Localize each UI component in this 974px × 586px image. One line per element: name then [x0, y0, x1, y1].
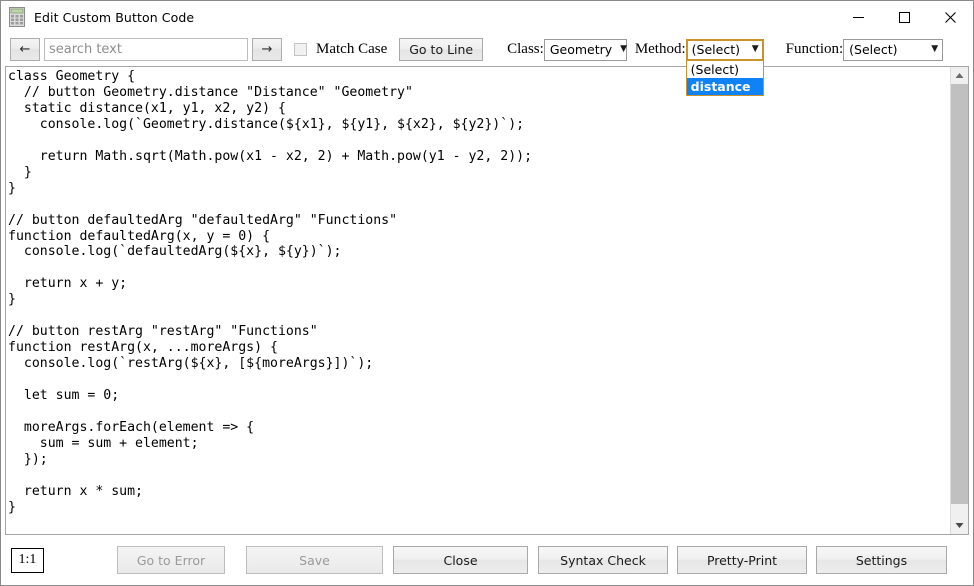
find-next-button[interactable]: → — [252, 38, 282, 61]
settings-button[interactable]: Settings — [816, 546, 947, 574]
search-input[interactable] — [44, 38, 248, 61]
search-toolbar: ← → Match Case Go to Line Class: Geometr… — [1, 33, 973, 66]
function-label: Function: — [786, 41, 844, 58]
method-option-select[interactable]: (Select) — [687, 61, 763, 78]
code-editor[interactable]: class Geometry { // button Geometry.dist… — [5, 66, 969, 535]
save-button[interactable]: Save — [246, 546, 383, 574]
scroll-thumb[interactable] — [951, 84, 968, 504]
class-selector-group: Class: Geometry ▼ — [507, 39, 627, 61]
code-content[interactable]: class Geometry { // button Geometry.dist… — [6, 67, 950, 534]
close-dialog-button[interactable]: Close — [393, 546, 528, 574]
class-label: Class: — [507, 41, 544, 58]
class-select[interactable]: Geometry ▼ — [544, 39, 627, 61]
class-select-value: Geometry — [550, 42, 612, 57]
chevron-down-icon: ▼ — [752, 45, 759, 54]
title-bar: Edit Custom Button Code — [1, 1, 973, 33]
method-dropdown-list[interactable]: (Select) distance — [686, 61, 764, 96]
match-case-checkbox[interactable] — [294, 43, 307, 56]
syntax-check-button[interactable]: Syntax Check — [538, 546, 668, 574]
chevron-down-icon: ▼ — [931, 45, 938, 54]
function-select[interactable]: (Select) ▼ — [843, 39, 943, 61]
triangle-up-icon — [955, 72, 964, 79]
go-to-line-button[interactable]: Go to Line — [399, 38, 483, 61]
scroll-down-button[interactable] — [951, 517, 968, 534]
match-case-label: Match Case — [316, 41, 387, 58]
function-selector-group: Function: (Select) ▼ — [786, 39, 944, 61]
method-label: Method: — [635, 41, 686, 58]
window-title: Edit Custom Button Code — [34, 10, 194, 25]
window-controls — [835, 1, 973, 33]
minimize-button[interactable] — [835, 1, 881, 33]
maximize-button[interactable] — [881, 1, 927, 33]
method-selector-group: Method: (Select) ▼ (Select) distance — [635, 39, 764, 61]
close-icon — [944, 11, 957, 24]
close-button[interactable] — [927, 1, 973, 33]
calculator-icon — [9, 7, 25, 27]
go-to-error-button[interactable]: Go to Error — [117, 546, 225, 574]
method-option-distance[interactable]: distance — [687, 78, 763, 95]
maximize-icon — [898, 11, 911, 24]
bottom-button-bar: 1:1 Go to Error Save Close Syntax Check … — [1, 535, 973, 585]
function-select-value: (Select) — [849, 42, 897, 57]
editor-vertical-scrollbar[interactable] — [950, 67, 968, 534]
scroll-track[interactable] — [951, 84, 968, 517]
edit-custom-button-code-window: Edit Custom Button Code ← — [0, 0, 974, 586]
chevron-down-icon: ▼ — [620, 45, 627, 54]
triangle-down-icon — [955, 522, 964, 529]
find-previous-button[interactable]: ← — [10, 38, 40, 61]
method-select-value: (Select) — [692, 42, 740, 57]
minimize-icon — [852, 11, 865, 24]
method-select[interactable]: (Select) ▼ — [686, 39, 764, 61]
pretty-print-button[interactable]: Pretty-Print — [677, 546, 807, 574]
cursor-position-indicator: 1:1 — [11, 548, 44, 573]
scroll-up-button[interactable] — [951, 67, 968, 84]
